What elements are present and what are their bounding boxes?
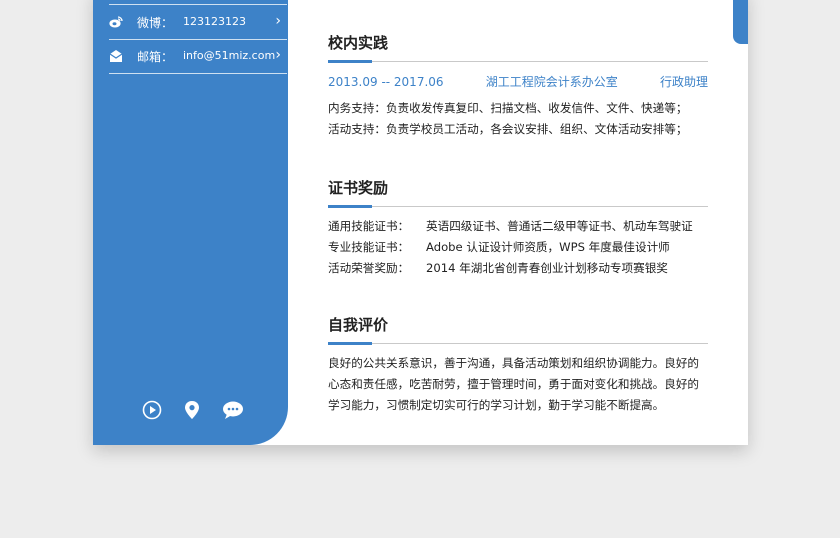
email-label: 邮箱：	[137, 50, 174, 64]
experience-role: 行政助理	[659, 75, 708, 89]
cert-label: 活动荣誉奖励：	[328, 261, 410, 275]
mail-icon	[109, 49, 123, 63]
cert-row: 专业技能证书： Adobe 认证设计师资质，WPS 年度最佳设计师	[328, 237, 708, 258]
experience-line: 内务支持：负责收发传真复印、扫描文档、收发信件、文件、快递等；	[328, 101, 688, 115]
section-divider	[328, 60, 708, 63]
experience-org: 湖工工程院会计系办公室	[485, 75, 618, 89]
experience-header: 2013.09 -- 2017.06 湖工工程院会计系办公室 行政助理	[328, 71, 708, 93]
play-icon[interactable]	[142, 400, 162, 420]
cert-label: 专业技能证书：	[328, 240, 410, 254]
contact-weibo-row[interactable]: 微博： 123123123 ›	[109, 5, 287, 40]
resume-page: 微博： 123123123 › 邮箱： info@51miz.com › 校内实…	[93, 0, 748, 445]
cert-row: 活动荣誉奖励： 2014 年湖北省创青春创业计划移动专项赛银奖	[328, 258, 708, 279]
cert-value: Adobe 认证设计师资质，WPS 年度最佳设计师	[426, 240, 670, 254]
section-campus-practice: 校内实践 2013.09 -- 2017.06 湖工工程院会计系办公室 行政助理…	[328, 32, 708, 140]
section-certificates: 证书奖励 通用技能证书： 英语四级证书、普通话二级甲等证书、机动车驾驶证 专业技…	[328, 177, 708, 279]
weibo-label: 微博：	[137, 16, 174, 30]
cert-row: 通用技能证书： 英语四级证书、普通话二级甲等证书、机动车驾驶证	[328, 216, 708, 237]
section-title: 证书奖励	[328, 179, 389, 197]
section-title: 校内实践	[328, 34, 389, 52]
chevron-right-icon: ›	[275, 13, 281, 29]
chevron-right-icon: ›	[275, 47, 281, 63]
weibo-value: 123123123	[183, 15, 246, 28]
weibo-icon	[109, 15, 123, 29]
chat-icon[interactable]	[222, 400, 243, 420]
cert-label: 通用技能证书：	[328, 219, 410, 233]
accent-tab	[733, 0, 748, 44]
email-value: info@51miz.com	[183, 49, 276, 62]
section-title: 自我评价	[328, 316, 389, 334]
self-evaluation-text: 良好的公共关系意识，善于沟通，具备活动策划和组织协调能力。良好的心态和责任感，吃…	[328, 356, 700, 412]
experience-line: 活动支持：负责学校员工活动，各会议安排、组织、文体活动安排等；	[328, 122, 688, 136]
contact-email-row[interactable]: 邮箱： info@51miz.com ›	[109, 39, 287, 74]
cert-value: 2014 年湖北省创青春创业计划移动专项赛银奖	[426, 261, 668, 275]
section-divider	[328, 342, 708, 345]
experience-period: 2013.09 -- 2017.06	[328, 75, 444, 89]
location-icon[interactable]	[182, 400, 202, 420]
section-divider	[328, 205, 708, 208]
sidebar: 微博： 123123123 › 邮箱： info@51miz.com ›	[93, 0, 288, 445]
section-self-evaluation: 自我评价 良好的公共关系意识，善于沟通，具备活动策划和组织协调能力。良好的心态和…	[328, 314, 708, 416]
cert-value: 英语四级证书、普通话二级甲等证书、机动车驾驶证	[426, 219, 693, 233]
